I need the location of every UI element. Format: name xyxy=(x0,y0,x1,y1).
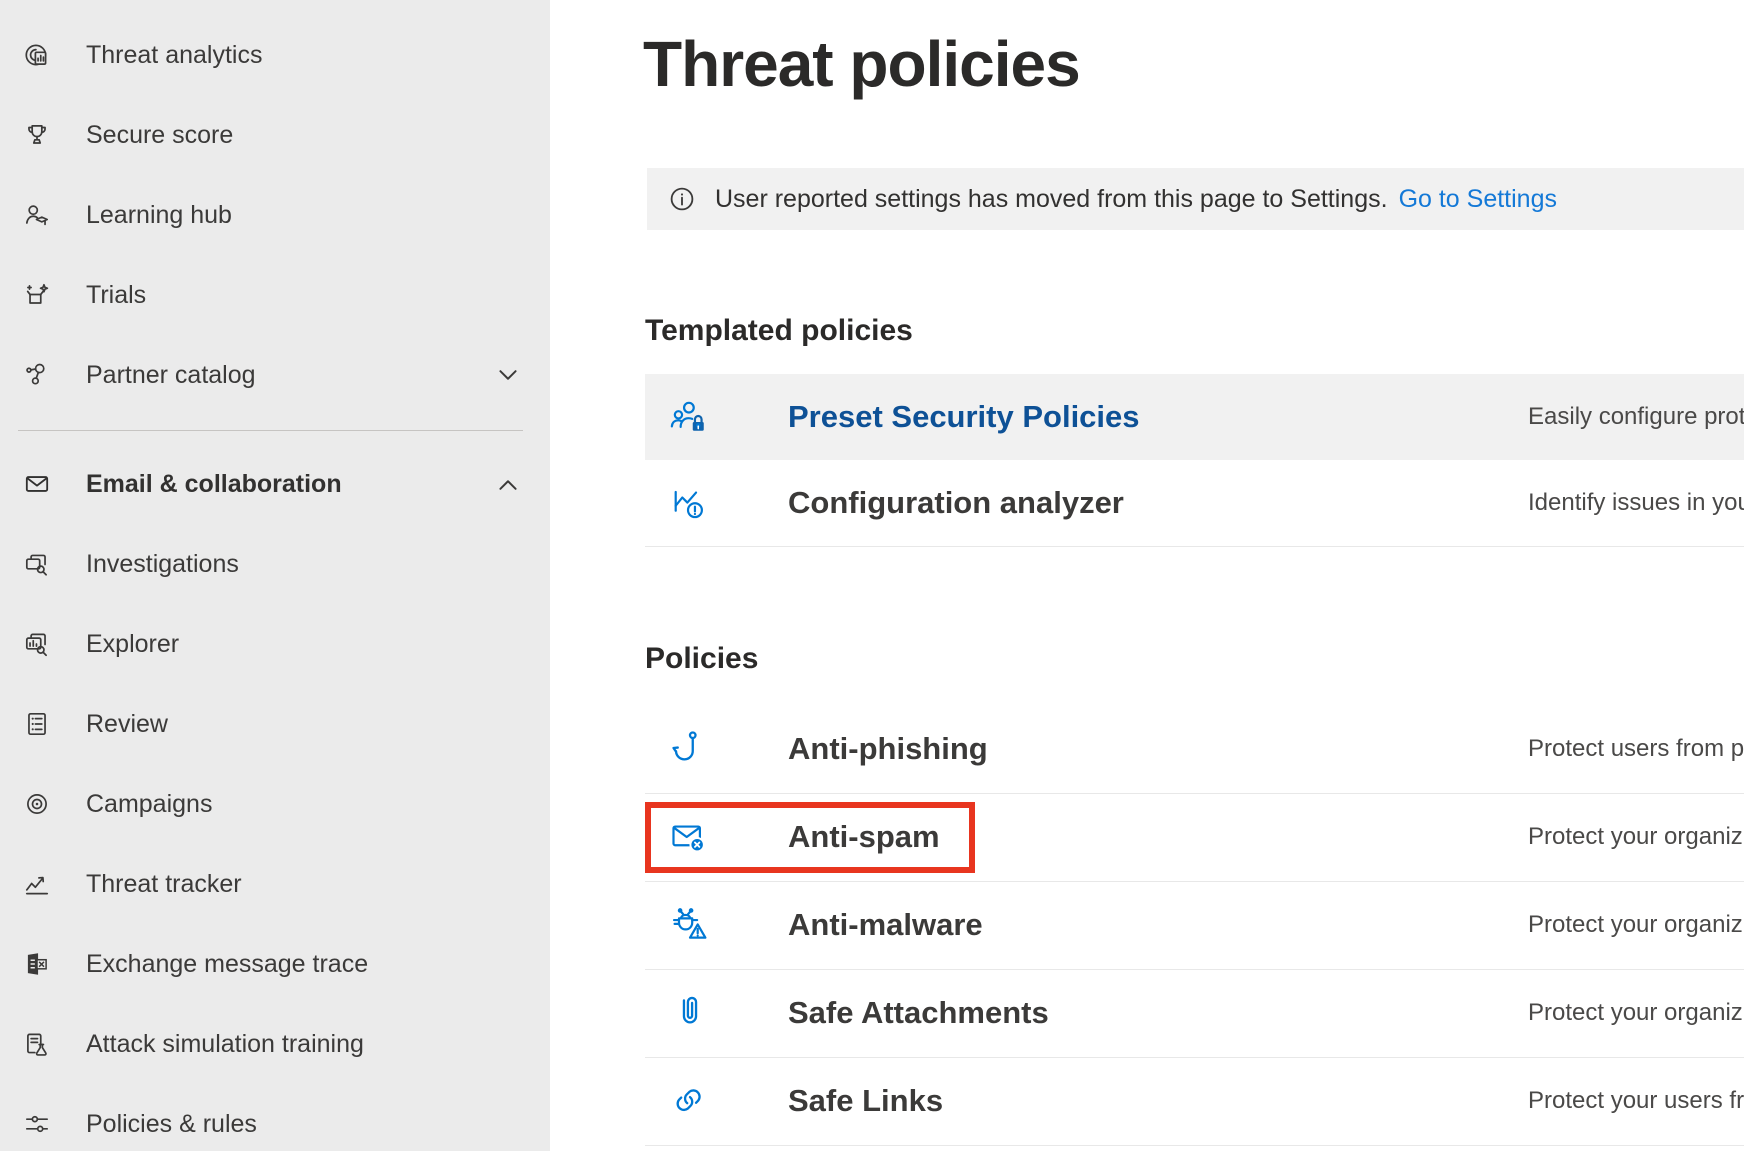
row-configuration-analyzer[interactable]: Configuration analyzer Identify issues i… xyxy=(645,460,1744,547)
sidebar-item-label: Policies & rules xyxy=(86,1110,257,1139)
sidebar-item-label: Campaigns xyxy=(86,790,212,819)
sidebar-item-label: Review xyxy=(86,710,168,739)
sidebar-item-attack-simulation-training[interactable]: Attack simulation training xyxy=(0,1004,550,1084)
sidebar-item-label: Email & collaboration xyxy=(86,470,342,499)
row-description: Protect your organiz xyxy=(1528,823,1743,851)
row-description: Protect your users fr xyxy=(1528,1087,1744,1115)
row-safe-attachments[interactable]: Safe Attachments Protect your organiz xyxy=(645,969,1744,1058)
row-description: Protect users from p xyxy=(1528,735,1744,763)
explorer-icon xyxy=(22,629,52,659)
sidebar-item-label: Threat tracker xyxy=(86,870,242,899)
sidebar-item-threat-analytics[interactable]: Threat analytics xyxy=(0,15,550,95)
row-label: Safe Attachments xyxy=(788,995,1049,1031)
row-description: Protect your organiz xyxy=(1528,911,1743,939)
anti-phishing-icon xyxy=(668,727,712,771)
row-label: Safe Links xyxy=(788,1083,943,1119)
sidebar-divider xyxy=(18,430,523,431)
threat-tracker-icon xyxy=(22,869,52,899)
learning-hub-icon xyxy=(22,200,52,230)
go-to-settings-link[interactable]: Go to Settings xyxy=(1399,185,1557,214)
sidebar-item-investigations[interactable]: Investigations xyxy=(0,524,550,604)
safe-attachments-icon xyxy=(668,991,712,1035)
trials-icon xyxy=(22,280,52,310)
sidebar-item-policies-rules[interactable]: Policies & rules xyxy=(0,1084,550,1151)
secure-score-icon xyxy=(22,120,52,150)
exchange-message-trace-icon xyxy=(22,949,52,979)
investigations-icon xyxy=(22,549,52,579)
sidebar-item-email-collaboration[interactable]: Email & collaboration xyxy=(0,444,550,524)
sidebar-item-label: Investigations xyxy=(86,550,239,579)
row-label: Preset Security Policies xyxy=(788,399,1140,435)
sidebar-item-label: Trials xyxy=(86,281,146,310)
review-icon xyxy=(22,709,52,739)
configuration-analyzer-icon xyxy=(668,481,712,525)
chevron-down-icon[interactable] xyxy=(495,367,521,383)
page-title: Threat policies xyxy=(643,28,1080,102)
row-label: Anti-malware xyxy=(788,907,983,943)
row-anti-phishing[interactable]: Anti-phishing Protect users from p xyxy=(645,705,1744,794)
chevron-up-icon[interactable] xyxy=(495,476,521,492)
anti-spam-icon xyxy=(668,815,712,859)
sidebar-item-partner-catalog[interactable]: Partner catalog xyxy=(0,335,550,415)
threat-analytics-icon xyxy=(22,40,52,70)
sidebar-item-threat-tracker[interactable]: Threat tracker xyxy=(0,844,550,924)
policies-rules-icon xyxy=(22,1109,52,1139)
sidebar-item-label: Learning hub xyxy=(86,201,232,230)
row-label: Anti-phishing xyxy=(788,731,988,767)
preset-security-policies-icon xyxy=(668,395,712,439)
sidebar-item-label: Partner catalog xyxy=(86,361,256,390)
attack-simulation-training-icon xyxy=(22,1029,52,1059)
row-label: Anti-spam xyxy=(788,819,940,855)
sidebar-item-label: Attack simulation training xyxy=(86,1030,364,1059)
info-icon xyxy=(667,184,697,214)
sidebar-item-review[interactable]: Review xyxy=(0,684,550,764)
row-anti-spam[interactable]: Anti-spam Protect your organiz xyxy=(645,793,1744,882)
info-banner: User reported settings has moved from th… xyxy=(647,168,1744,230)
safe-links-icon xyxy=(668,1079,712,1123)
partner-catalog-icon xyxy=(22,360,52,390)
row-anti-malware[interactable]: Anti-malware Protect your organiz xyxy=(645,881,1744,970)
row-preset-security-policies[interactable]: Preset Security Policies Easily configur… xyxy=(645,374,1744,460)
sidebar-item-label: Threat analytics xyxy=(86,41,262,70)
sidebar-item-label: Secure score xyxy=(86,121,233,150)
sidebar-item-explorer[interactable]: Explorer xyxy=(0,604,550,684)
sidebar-item-exchange-message-trace[interactable]: Exchange message trace xyxy=(0,924,550,1004)
row-description: Identify issues in you xyxy=(1528,489,1744,517)
sidebar-item-secure-score[interactable]: Secure score xyxy=(0,95,550,175)
sidebar-item-campaigns[interactable]: Campaigns xyxy=(0,764,550,844)
row-label: Configuration analyzer xyxy=(788,485,1124,521)
templated-policies-heading: Templated policies xyxy=(645,314,913,348)
email-collaboration-icon xyxy=(22,469,52,499)
sidebar-item-label: Exchange message trace xyxy=(86,950,368,979)
sidebar-item-learning-hub[interactable]: Learning hub xyxy=(0,175,550,255)
policies-heading: Policies xyxy=(645,642,758,676)
sidebar: Threat analytics Secure score Learni xyxy=(0,0,550,1151)
threat-policies-page: Threat analytics Secure score Learni xyxy=(0,0,1744,1151)
campaigns-icon xyxy=(22,789,52,819)
banner-text: User reported settings has moved from th… xyxy=(715,185,1388,214)
row-description: Protect your organiz xyxy=(1528,999,1743,1027)
anti-malware-icon xyxy=(668,903,712,947)
row-safe-links[interactable]: Safe Links Protect your users fr xyxy=(645,1057,1744,1146)
sidebar-item-label: Explorer xyxy=(86,630,179,659)
sidebar-item-trials[interactable]: Trials xyxy=(0,255,550,335)
row-description: Easily configure prot xyxy=(1528,403,1744,431)
main-content: Threat policies User reported settings h… xyxy=(550,0,1744,1151)
